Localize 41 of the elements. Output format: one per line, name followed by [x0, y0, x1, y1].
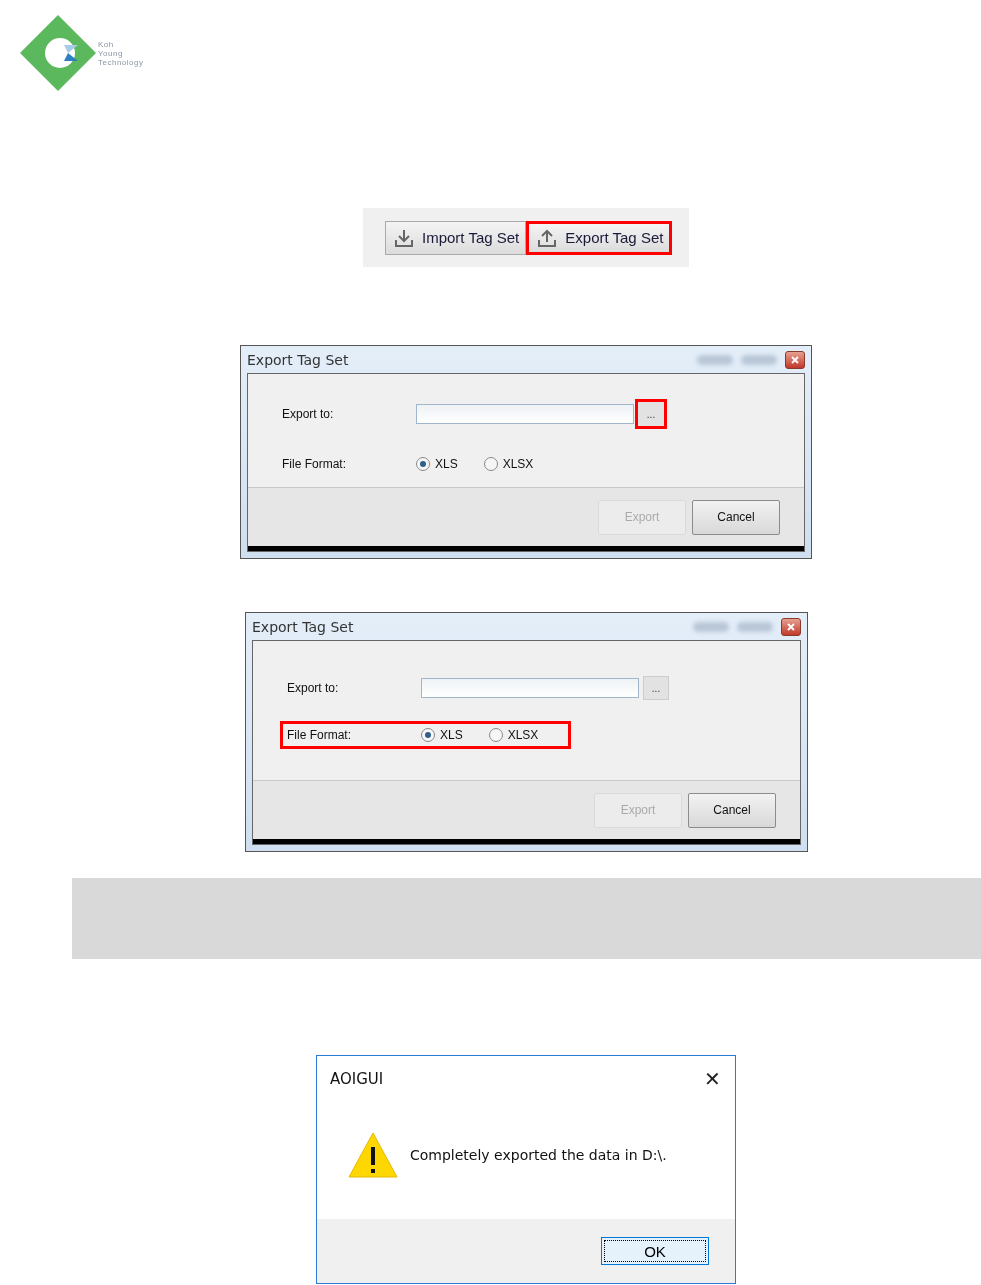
logo-text: Koh Young Technology	[98, 39, 144, 67]
field-label: Export to:	[282, 407, 335, 421]
field-label: File Format:	[282, 457, 347, 471]
close-button[interactable]: ✕	[704, 1067, 721, 1091]
ok-button[interactable]: OK	[601, 1237, 709, 1265]
radio-option[interactable]: XLSX	[488, 728, 539, 742]
logo-icon	[20, 15, 96, 91]
window-title: Export Tag Set	[252, 618, 355, 635]
window-title: Export Tag Set	[247, 351, 350, 368]
field-label: Export to:	[287, 681, 340, 695]
radio-button[interactable]	[416, 457, 430, 471]
browse-button[interactable]: ...	[643, 676, 669, 700]
close-icon[interactable]	[781, 617, 801, 636]
radio-option[interactable]: XLS	[416, 457, 458, 471]
browse-button[interactable]: ...	[635, 399, 667, 429]
radio-button[interactable]	[488, 728, 503, 742]
input-field[interactable]	[421, 678, 639, 698]
blurred-area	[697, 354, 733, 365]
radio-button[interactable]	[483, 457, 498, 471]
option-label: XLS	[440, 728, 463, 742]
option-label: XLSX	[502, 457, 534, 471]
blurred-area	[737, 621, 773, 632]
close-icon[interactable]	[785, 350, 805, 369]
option-label: XLSX	[507, 728, 539, 742]
download-icon	[394, 227, 414, 248]
dialog-button[interactable]: Cancel	[692, 499, 780, 535]
radio-option[interactable]: XLS	[421, 728, 463, 742]
toolbar-button[interactable]: Export Tag Set	[526, 220, 673, 255]
radio-button[interactable]	[421, 728, 435, 742]
toolbar-button[interactable]: Import Tag Set	[385, 220, 527, 255]
blurred-area	[741, 354, 777, 365]
blurred-area	[693, 621, 729, 632]
input-field[interactable]	[416, 404, 634, 424]
window-title: AOIGUI	[330, 1070, 384, 1088]
radio-option[interactable]: XLSX	[483, 457, 534, 471]
field-label: File Format:	[287, 728, 352, 742]
message-text: Completely exported the data in D:\.	[410, 1146, 667, 1163]
option-label: XLS	[435, 457, 458, 471]
upload-icon	[537, 227, 558, 248]
dialog-button[interactable]: Cancel	[688, 792, 776, 828]
warning-icon	[348, 1130, 398, 1179]
